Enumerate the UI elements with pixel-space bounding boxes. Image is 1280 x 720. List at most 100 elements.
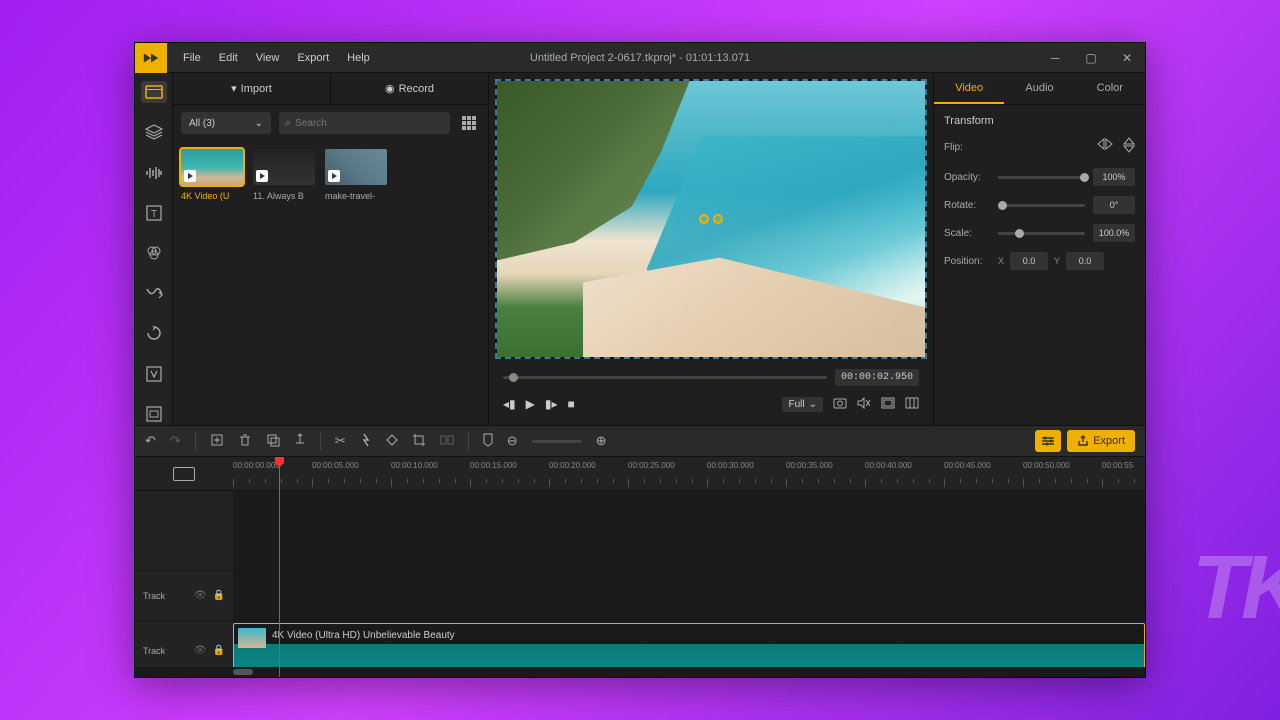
sidebar-transitions-icon[interactable]	[141, 282, 167, 304]
sidebar-text-icon[interactable]: T	[141, 202, 167, 224]
playhead[interactable]	[279, 457, 280, 677]
visibility-icon[interactable]: 👁	[194, 590, 207, 601]
rotate-slider[interactable]	[998, 204, 1085, 207]
sidebar-filters-icon[interactable]	[141, 242, 167, 264]
fit-dropdown[interactable]: Full ⌄	[782, 397, 823, 412]
grid-view-icon[interactable]	[458, 112, 480, 134]
minimize-button[interactable]: ─	[1037, 43, 1073, 73]
media-thumb-3[interactable]: make-travel-	[325, 149, 387, 201]
sidebar-effects-icon[interactable]	[141, 363, 167, 385]
opacity-slider[interactable]	[998, 176, 1085, 179]
media-thumb-1[interactable]: 4K Video (U	[181, 149, 243, 201]
menu-view[interactable]: View	[248, 46, 288, 70]
scrollbar-thumb[interactable]	[233, 669, 253, 675]
opacity-label: Opacity:	[944, 172, 990, 183]
scale-value[interactable]: 100.0%	[1093, 224, 1135, 242]
add-marker-icon[interactable]	[210, 433, 224, 450]
rotate-value[interactable]: 0°	[1093, 196, 1135, 214]
copy-icon[interactable]	[266, 433, 280, 450]
window-title: Untitled Project 2-0617.tkproj* - 01:01:…	[530, 52, 750, 64]
scrub-thumb[interactable]	[509, 373, 518, 382]
thumb-image	[253, 149, 315, 185]
redo-icon[interactable]: ↷	[170, 433, 181, 449]
tab-color[interactable]: Color	[1075, 73, 1145, 104]
fit-label: Full	[788, 399, 804, 410]
chevron-down-icon: ⌄	[255, 118, 263, 129]
scrub-track[interactable]	[503, 376, 827, 379]
y-label: Y	[1054, 256, 1060, 266]
fullscreen-icon[interactable]	[905, 397, 919, 412]
keyframe-icon[interactable]	[386, 434, 398, 449]
menu-edit[interactable]: Edit	[211, 46, 246, 70]
ruler-marks[interactable]: 00:00:00.00000:00:05.00000:00:10.00000:0…	[233, 457, 1145, 490]
snapshot-icon[interactable]	[833, 397, 847, 412]
timeline-ruler[interactable]: 00:00:00.00000:00:05.00000:00:10.00000:0…	[135, 457, 1145, 491]
transform-handle[interactable]	[699, 214, 723, 224]
record-button[interactable]: ◉ Record	[331, 73, 488, 104]
maximize-button[interactable]: ▢	[1073, 43, 1109, 73]
play-button[interactable]: ▶	[526, 397, 535, 411]
flip-vertical-icon[interactable]	[1123, 137, 1135, 158]
flip-horizontal-icon[interactable]	[1097, 137, 1113, 158]
search-box[interactable]: ⌕	[279, 112, 450, 134]
menu-export[interactable]: Export	[289, 46, 337, 70]
media-thumb-2[interactable]: 11. Always B	[253, 149, 315, 201]
opacity-value[interactable]: 100%	[1093, 168, 1135, 186]
position-y-value[interactable]: 0.0	[1066, 252, 1104, 270]
close-button[interactable]: ✕	[1109, 43, 1145, 73]
delete-icon[interactable]	[238, 434, 252, 449]
sidebar-layers-icon[interactable]	[141, 121, 167, 143]
cut-icon[interactable]: ✂	[335, 433, 346, 449]
search-icon: ⌕	[285, 117, 291, 130]
prev-frame-button[interactable]: ◂▮	[503, 397, 516, 411]
split-icon[interactable]	[440, 434, 454, 449]
track-1: Track 👁 🔒	[135, 571, 1145, 621]
zoom-in-icon[interactable]: ⊕	[596, 433, 607, 449]
properties-panel: Video Audio Color Transform Flip: Opacit…	[933, 73, 1145, 425]
filter-label: All (3)	[189, 118, 215, 129]
record-label: Record	[399, 83, 434, 95]
media-thumbnails: 4K Video (U 11. Always B make-travel-	[173, 141, 488, 209]
timeline-clip[interactable]: 4K Video (Ultra HD) Unbelievable Beauty	[233, 623, 1145, 667]
zoom-out-icon[interactable]: ⊖	[507, 433, 518, 449]
speed-icon[interactable]	[360, 433, 372, 450]
tab-video[interactable]: Video	[934, 73, 1004, 104]
sidebar-aspect-icon[interactable]	[141, 403, 167, 425]
sidebar-audio-icon[interactable]	[141, 161, 167, 183]
marker-icon[interactable]	[483, 433, 493, 450]
set-in-icon[interactable]	[294, 433, 306, 450]
horizontal-scrollbar[interactable]	[135, 667, 1145, 677]
next-frame-button[interactable]: ▮▸	[545, 397, 558, 411]
position-x-value[interactable]: 0.0	[1010, 252, 1048, 270]
export-button[interactable]: Export	[1067, 430, 1135, 452]
preview-canvas[interactable]	[495, 79, 927, 359]
stop-button[interactable]: ■	[568, 397, 575, 411]
flip-row: Flip:	[944, 137, 1135, 158]
mute-icon[interactable]	[857, 397, 871, 412]
menu-help[interactable]: Help	[339, 46, 378, 70]
track-body[interactable]: 4K Video (Ultra HD) Unbelievable Beauty	[233, 621, 1145, 667]
menu-file[interactable]: File	[175, 46, 209, 70]
sidebar-motion-icon[interactable]	[141, 322, 167, 344]
sidebar-media-icon[interactable]	[141, 81, 167, 103]
flip-controls	[1097, 137, 1135, 158]
lock-icon[interactable]: 🔒	[213, 645, 225, 656]
safe-zone-icon[interactable]	[881, 397, 895, 412]
timeline-settings-button[interactable]	[1035, 430, 1061, 452]
import-button[interactable]: ▾ Import	[173, 73, 331, 104]
undo-icon[interactable]: ↶	[145, 433, 156, 449]
track-body[interactable]	[233, 491, 1145, 570]
property-body: Transform Flip: Opacity: 100% Rotate:	[934, 105, 1145, 280]
scale-slider[interactable]	[998, 232, 1085, 235]
search-input[interactable]	[295, 118, 444, 129]
media-filter-bar: All (3) ⌄ ⌕	[173, 105, 488, 141]
visibility-icon[interactable]: 👁	[194, 645, 207, 656]
track-header-icons: 👁 🔒	[194, 590, 225, 601]
zoom-slider[interactable]	[532, 440, 582, 443]
lock-icon[interactable]: 🔒	[213, 590, 225, 601]
media-filter-dropdown[interactable]: All (3) ⌄	[181, 112, 271, 134]
crop-icon[interactable]	[412, 433, 426, 450]
tab-audio[interactable]: Audio	[1004, 73, 1074, 104]
track-body[interactable]	[233, 571, 1145, 620]
clip-thumbnail	[238, 628, 266, 648]
